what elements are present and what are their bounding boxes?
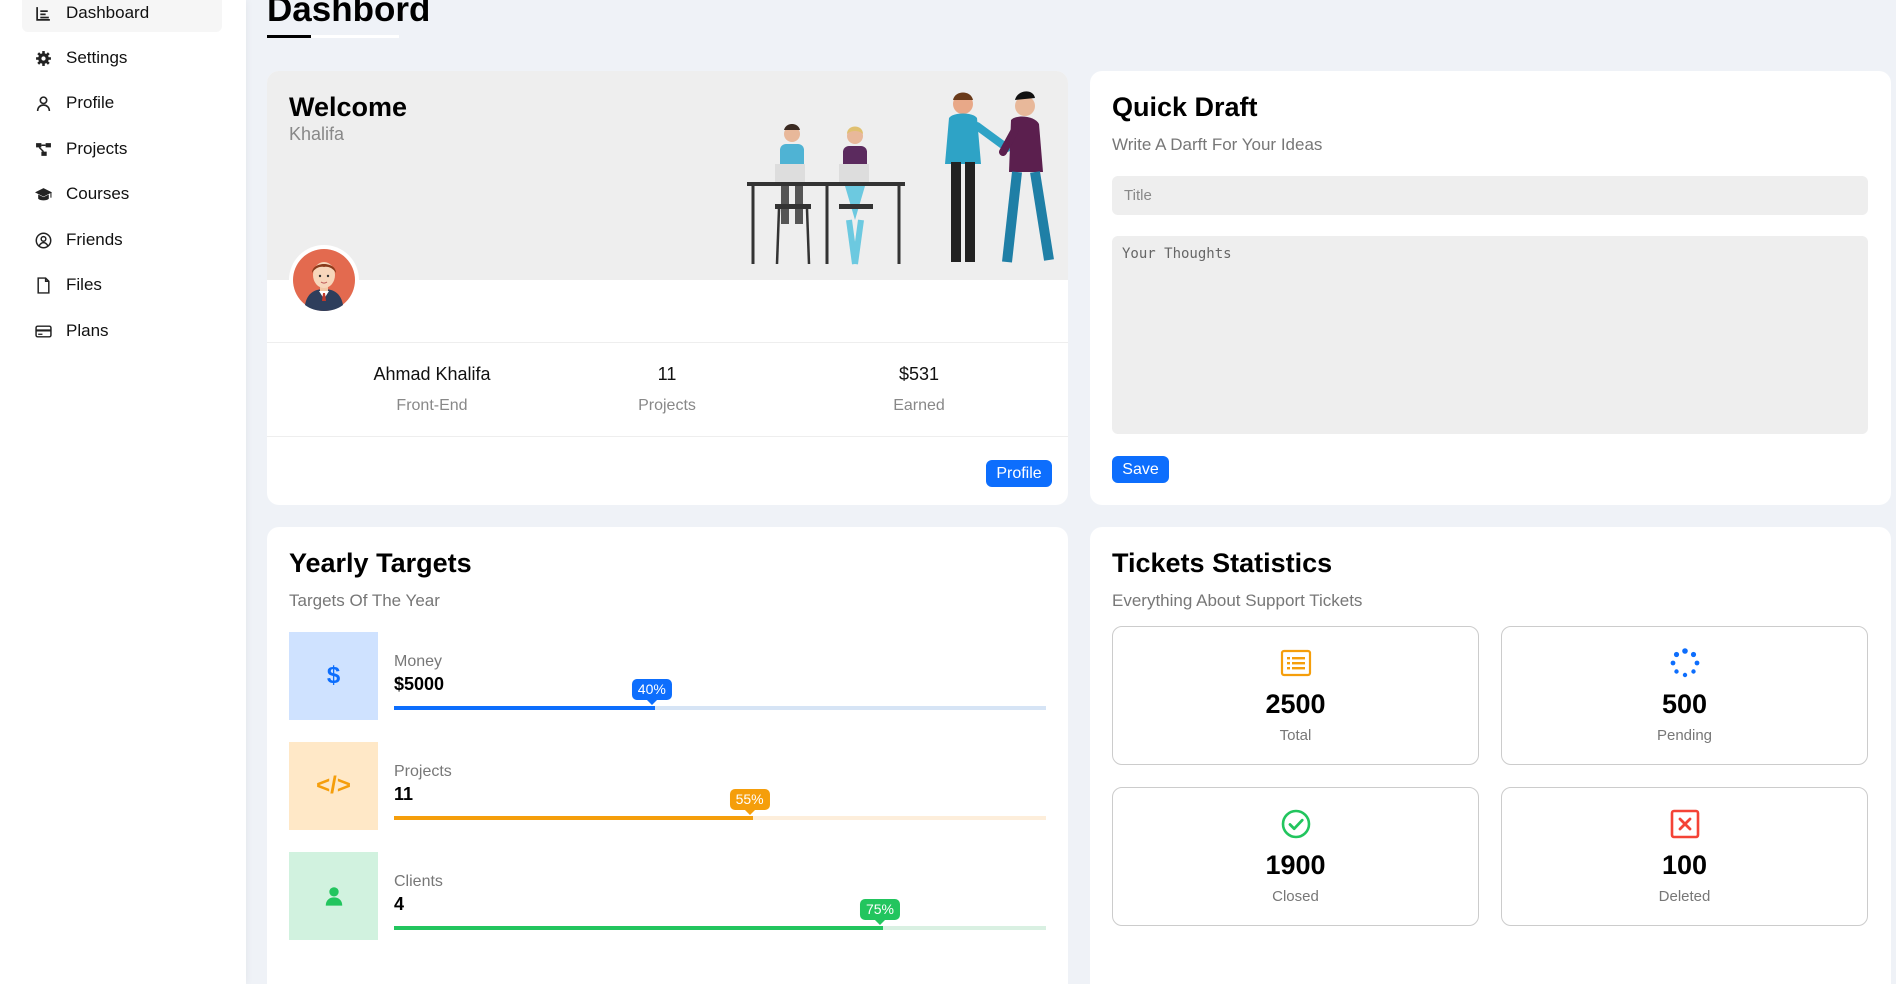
sidebar-item-plans[interactable]: Plans [22,312,222,350]
profile-button[interactable]: Profile [986,460,1052,487]
ticket-pending: 500 Pending [1501,626,1868,765]
tickets-statistics-title: Tickets Statistics [1112,548,1333,578]
user-icon [289,852,378,940]
sidebar-item-label: Courses [66,184,130,203]
sidebar-item-label: Dashboard [66,3,150,22]
title-underline-light [311,35,399,38]
target-progress-fill [394,926,883,930]
sidebar-item-label: Plans [66,321,109,340]
page-title: Dashbord [267,0,431,29]
title-underline [267,35,311,38]
welcome-subtitle: Khalifa [289,124,345,144]
ticket-value: 2500 [1265,689,1326,719]
tickets-statistics-subtitle: Everything About Support Tickets [1112,591,1363,610]
credit-card-icon [34,322,52,340]
target-clients: Clients 4 75% [289,852,1046,940]
gear-icon [34,49,52,67]
target-label: Money [394,653,443,670]
ticket-value: 1900 [1265,850,1326,880]
stat-value: 11 [657,364,677,384]
ticket-value: 100 [1661,850,1708,880]
target-projects: </> Projects 11 55% [289,742,1046,830]
graduation-cap-icon [34,185,52,203]
target-progress-track [394,926,1046,930]
draft-thoughts-textarea[interactable] [1112,236,1868,434]
sidebar-item-label: Friends [66,230,123,249]
avatar [289,245,359,315]
target-value: $5000 [394,674,445,694]
quick-draft-subtitle: Write A Darft For Your Ideas [1112,135,1323,154]
target-percent-badge: 40% [631,679,672,705]
quick-draft-title: Quick Draft [1112,92,1258,122]
sidebar: Dashboard Settings Profile Projects Cour… [0,0,246,984]
sidebar-item-dashboard[interactable]: Dashboard [22,0,222,32]
stat-earned: $531 Earned [819,364,1019,415]
ticket-value: 500 [1661,689,1708,719]
ticket-deleted: 100 Deleted [1501,787,1868,926]
ticket-label: Closed [1272,888,1319,905]
target-money: $ Money $5000 40% [289,632,1046,720]
stat-projects: 11 Projects [567,364,767,415]
target-percent-badge: 75% [859,899,901,925]
ticket-label: Deleted [1658,888,1711,905]
welcome-title: Welcome [289,92,408,122]
stat-value: Ahmad Khalifa [373,364,491,384]
stat-label: Projects [638,397,696,414]
sidebar-item-friends[interactable]: Friends [22,221,222,259]
stat-label: Earned [893,397,945,414]
code-icon: </> [289,742,378,830]
target-value: 4 [394,894,405,914]
x-box-icon [1502,808,1867,840]
stat-name: Ahmad Khalifa Front-End [332,364,532,415]
list-icon [1113,647,1478,679]
tickets-statistics-card: Tickets Statistics Everything About Supp… [1090,527,1891,984]
sidebar-item-projects[interactable]: Projects [22,130,222,168]
target-value: 11 [394,784,414,804]
sidebar-item-label: Settings [66,48,128,67]
target-progress-fill [394,816,753,820]
sidebar-item-label: Profile [66,93,115,112]
stat-value: $531 [898,364,940,384]
save-button[interactable]: Save [1112,456,1169,483]
file-icon [34,276,52,294]
draft-title-input[interactable] [1112,176,1868,215]
ticket-total: 2500 Total [1112,626,1479,765]
sidebar-item-files[interactable]: Files [22,266,222,304]
target-progress-fill [394,706,655,710]
target-label: Projects [394,763,452,780]
yearly-targets-subtitle: Targets Of The Year [289,591,440,610]
sidebar-item-settings[interactable]: Settings [22,39,222,77]
target-percent-badge: 55% [729,789,770,815]
sidebar-item-profile[interactable]: Profile [22,84,222,122]
target-label: Clients [394,873,443,890]
check-circle-icon [1113,808,1478,840]
sidebar-item-label: Projects [66,139,128,158]
target-progress-track [394,816,1046,820]
yearly-targets-title: Yearly Targets [289,548,472,578]
spinner-icon [1502,647,1867,679]
profile-stats: Ahmad Khalifa Front-End 11 Projects $531… [267,342,1068,437]
stat-label: Front-End [396,397,468,414]
welcome-banner: Welcome Khalifa [267,71,1068,280]
target-progress-track [394,706,1046,710]
yearly-targets-card: Yearly Targets Targets Of The Year $ Mon… [267,527,1068,984]
ticket-closed: 1900 Closed [1112,787,1479,926]
diagram-icon [34,140,52,158]
user-icon [34,94,52,112]
welcome-card: Welcome Khalifa Ahmad Khalifa Front-End … [267,71,1068,505]
chart-icon [34,4,52,22]
ticket-label: Pending [1656,727,1713,744]
dollar-icon: $ [289,632,378,720]
ticket-label: Total [1279,727,1312,744]
sidebar-item-label: Files [66,275,102,294]
user-circle-icon [34,231,52,249]
sidebar-item-courses[interactable]: Courses [22,175,222,213]
quick-draft-card: Quick Draft Write A Darft For Your Ideas… [1090,71,1891,505]
team-illustration [747,91,1054,265]
